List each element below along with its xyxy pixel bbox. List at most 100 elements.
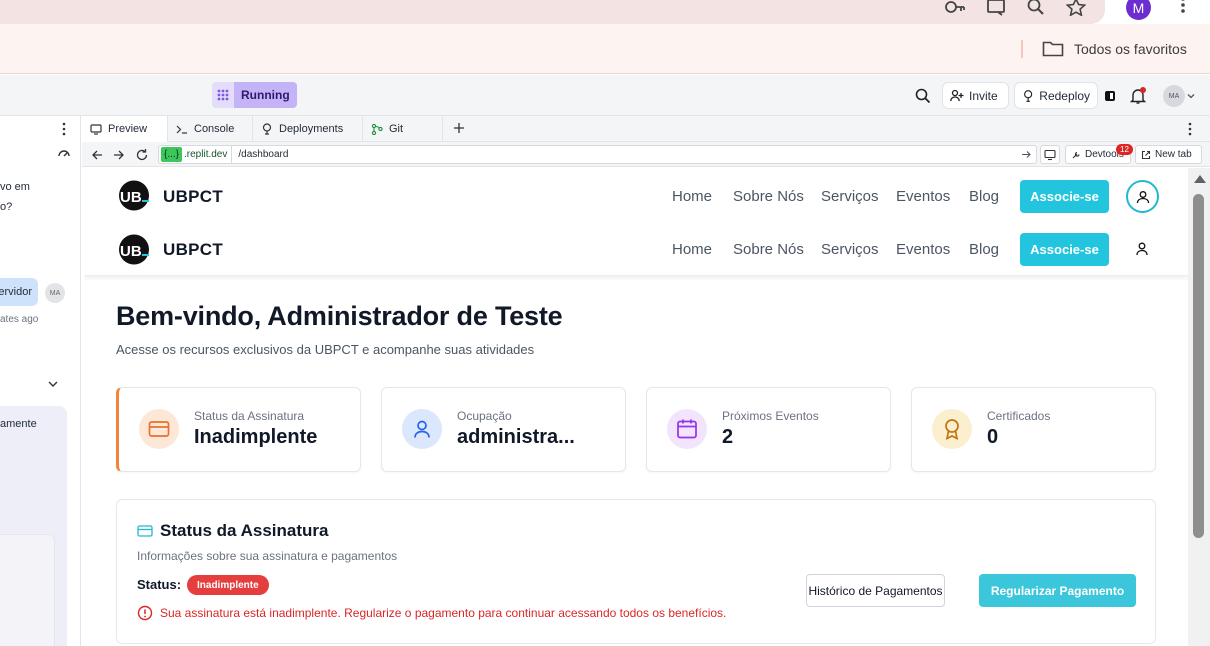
tab-label: Git (389, 123, 404, 135)
nav-services[interactable]: Serviços (821, 188, 879, 205)
user-menu-button[interactable] (1126, 180, 1159, 213)
chat-message-bubble: ervidor (0, 278, 38, 306)
monitor-icon (1044, 149, 1056, 160)
all-bookmarks-link[interactable]: Todos os favoritos (1074, 41, 1187, 57)
nav-about[interactable]: Sobre Nós (733, 188, 804, 205)
preview-scrollbar[interactable] (1188, 168, 1210, 646)
folder-icon[interactable] (1042, 39, 1064, 57)
password-key-icon[interactable] (944, 0, 966, 18)
running-badge: Running (234, 82, 297, 108)
nav-events[interactable]: Eventos (896, 188, 950, 205)
deploy-icon (262, 123, 272, 135)
url-input[interactable]: {...} .replit.dev /dashboard (158, 145, 1037, 164)
go-arrow-icon[interactable] (1021, 149, 1032, 160)
redeploy-button[interactable]: Redeploy (1014, 82, 1098, 109)
monitor-icon (90, 123, 102, 135)
preview-viewport: UB UBPCT Home Sobre Nós Serviços Eventos… (84, 168, 1188, 646)
nav-services[interactable]: Serviços (821, 241, 879, 258)
nav-home[interactable]: Home (672, 188, 712, 205)
nav-home[interactable]: Home (672, 241, 712, 258)
regularize-payment-button[interactable]: Regularizar Pagamento (979, 574, 1136, 607)
brand-name[interactable]: UBPCT (163, 240, 223, 260)
stat-value: administra... (457, 426, 575, 448)
running-grid-icon (212, 82, 234, 108)
page-subtitle: Acesse os recursos exclusivos da UBPCT e… (116, 342, 535, 357)
join-button[interactable]: Associe-se (1020, 180, 1109, 213)
status-badge: Inadimplente (187, 575, 269, 595)
device-toggle-button[interactable] (1040, 145, 1060, 164)
svg-text:UB: UB (120, 243, 142, 260)
join-button[interactable]: Associe-se (1020, 233, 1109, 266)
chat-timestamp: ates ago (0, 314, 39, 325)
new-tab-button[interactable]: New tab (1135, 145, 1202, 164)
stat-value: Inadimplente (194, 426, 318, 448)
stat-label: Certificados (987, 409, 1051, 423)
redeploy-label: Redeploy (1039, 88, 1090, 103)
scroll-up-arrow-icon[interactable] (1194, 175, 1206, 183)
calendar-icon (667, 409, 707, 449)
preview-url-bar: {...} .replit.dev /dashboard Devtools Ne… (82, 142, 1210, 167)
chat-text-line: o? (0, 201, 13, 213)
deploy-icon (1024, 89, 1033, 102)
stat-label: Próximos Eventos (722, 409, 819, 423)
chat-message-text: ervidor (0, 286, 32, 298)
stat-value: 2 (722, 426, 734, 448)
cast-icon[interactable] (985, 0, 1007, 18)
credit-card-icon (137, 525, 153, 537)
nav-about[interactable]: Sobre Nós (733, 241, 804, 258)
url-path: /dashboard (238, 149, 289, 160)
user-icon[interactable] (1134, 241, 1150, 257)
browser-tabstrip (0, 0, 1105, 24)
chat-text-line: vo em (0, 181, 30, 193)
reload-icon[interactable] (135, 148, 149, 162)
profile-avatar[interactable]: M (1126, 0, 1151, 20)
tab-label: Deployments (279, 123, 344, 135)
page-title: Bem-vindo, Administrador de Teste (116, 301, 563, 331)
add-user-icon (950, 89, 964, 101)
panel-menu-icon[interactable] (60, 122, 68, 136)
chevron-down-icon[interactable] (47, 379, 59, 389)
tab-preview[interactable]: Preview (82, 116, 168, 142)
alert-circle-icon (137, 605, 153, 621)
chevron-down-icon[interactable] (1187, 92, 1195, 100)
user-avatar[interactable]: MA (1163, 85, 1185, 107)
tab-label: Console (194, 123, 235, 135)
notification-bell-icon[interactable] (1128, 86, 1148, 106)
brand-name[interactable]: UBPCT (163, 187, 223, 207)
browser-menu-icon[interactable] (1176, 0, 1190, 16)
bookmark-star-icon[interactable] (1065, 0, 1087, 18)
external-link-icon (1141, 150, 1151, 159)
award-icon (932, 409, 972, 449)
layout-toggle-icon[interactable] (1099, 82, 1121, 109)
nav-blog[interactable]: Blog (969, 241, 999, 258)
gauge-icon[interactable] (57, 147, 71, 159)
nav-blog[interactable]: Blog (969, 188, 999, 205)
payment-history-button[interactable]: Histórico de Pagamentos (806, 574, 945, 607)
nav-events[interactable]: Eventos (896, 241, 950, 258)
tab-console[interactable]: Console (168, 116, 253, 142)
add-tab-icon[interactable] (452, 120, 466, 136)
stat-label: Ocupação (457, 409, 512, 423)
ubpct-logo-icon[interactable]: UB (116, 179, 152, 212)
run-status[interactable]: Running (212, 82, 297, 108)
search-icon[interactable] (914, 87, 932, 105)
pane-menu-icon[interactable] (1186, 122, 1194, 136)
subscription-status-card: Status da Assinatura Informações sobre s… (116, 499, 1156, 644)
user-icon (1136, 190, 1149, 203)
scrollbar-thumb[interactable] (1193, 194, 1204, 538)
devtools-count-badge: 12 (1116, 144, 1133, 155)
zoom-icon[interactable] (1025, 0, 1047, 18)
forward-arrow-icon[interactable] (112, 148, 126, 162)
stat-card-certificates: Certificados 0 (911, 387, 1156, 472)
subscription-warning: Sua assinatura está inadimplente. Regula… (160, 606, 727, 620)
invite-button[interactable]: Invite (942, 82, 1009, 109)
tab-deployments[interactable]: Deployments (253, 116, 363, 142)
site-navbar-secondary: UB UBPCT Home Sobre Nós Serviços Eventos… (84, 222, 1188, 276)
stat-value: 0 (987, 426, 999, 448)
back-arrow-icon[interactable] (90, 148, 104, 162)
chat-card-inner (0, 534, 55, 646)
user-icon (402, 409, 442, 449)
tab-git[interactable]: Git (363, 116, 443, 142)
ubpct-logo-icon[interactable]: UB (116, 233, 152, 266)
invite-label: Invite (969, 88, 998, 103)
